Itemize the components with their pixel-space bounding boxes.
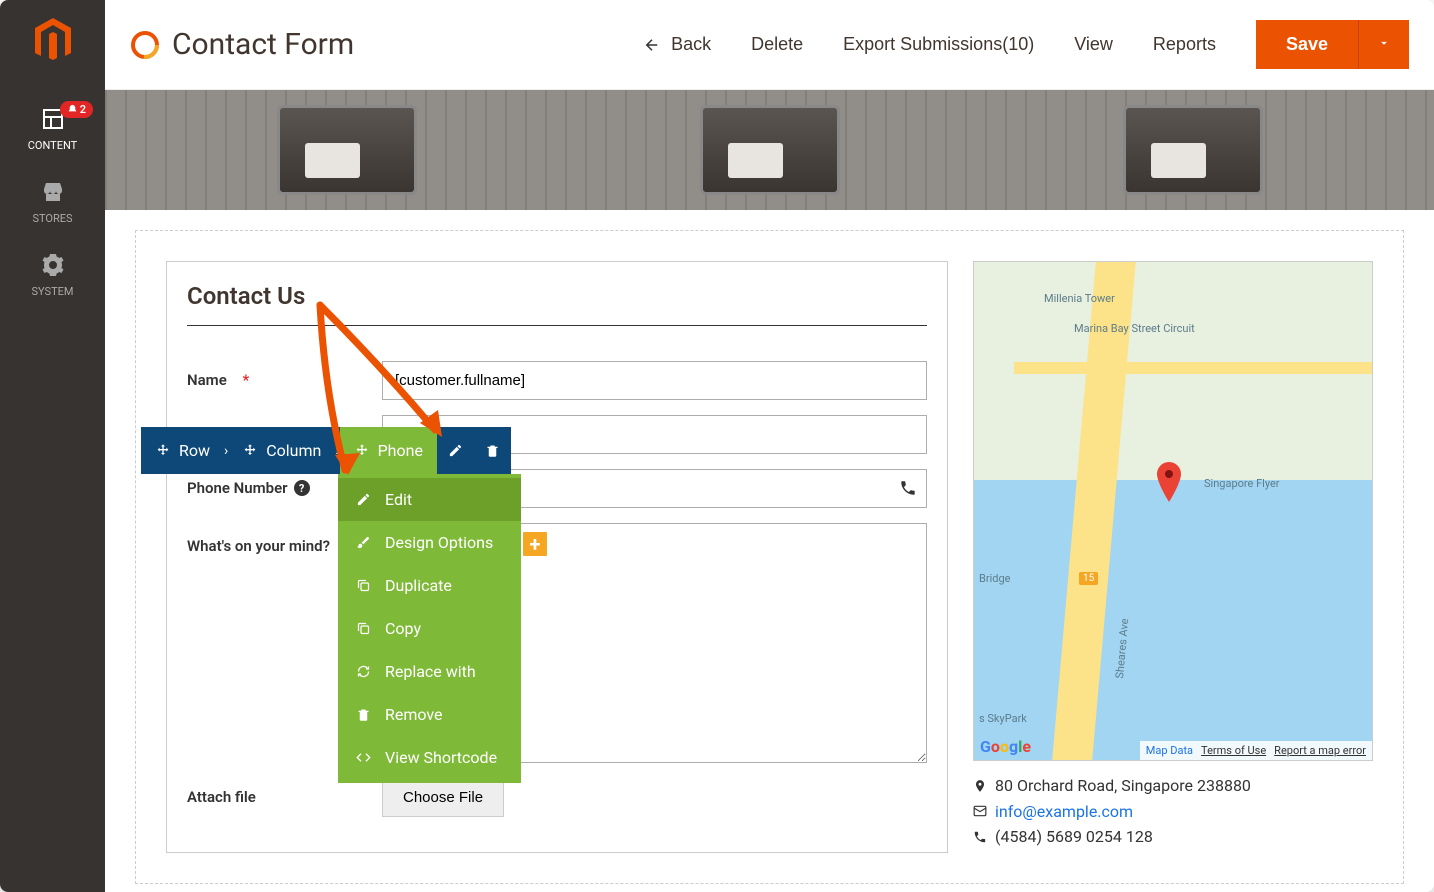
menu-remove[interactable]: Remove bbox=[338, 693, 521, 736]
copy-icon bbox=[356, 621, 371, 636]
menu-duplicate[interactable]: Duplicate bbox=[338, 564, 521, 607]
add-element-button[interactable]: + bbox=[521, 530, 549, 558]
hero-image bbox=[105, 90, 1434, 210]
delete-action[interactable] bbox=[474, 427, 511, 474]
chevron-down-icon bbox=[1377, 36, 1391, 50]
code-icon bbox=[356, 750, 371, 765]
map-label: Singapore Flyer bbox=[1204, 477, 1280, 490]
menu-replace[interactable]: Replace with bbox=[338, 650, 521, 693]
map-label: Millenia Tower bbox=[1044, 292, 1115, 305]
edit-action[interactable] bbox=[437, 427, 474, 474]
move-icon bbox=[242, 443, 258, 459]
element-breadcrumb: Row › Column › Phone bbox=[141, 427, 511, 474]
address-text: 80 Orchard Road, Singapore 238880 bbox=[995, 773, 1251, 799]
page-title: Contact Form bbox=[172, 27, 354, 62]
header: Contact Form Back Delete Export Submissi… bbox=[105, 0, 1434, 90]
map-pin-icon bbox=[1154, 462, 1184, 502]
breadcrumb-row[interactable]: Row bbox=[141, 427, 224, 474]
map-label: Bridge bbox=[979, 572, 1010, 585]
delete-button[interactable]: Delete bbox=[751, 34, 803, 55]
nav-label: CONTENT bbox=[28, 139, 78, 152]
reports-button[interactable]: Reports bbox=[1153, 34, 1216, 55]
pencil-icon bbox=[448, 443, 463, 458]
nav-label: STORES bbox=[32, 212, 72, 225]
view-button[interactable]: View bbox=[1074, 34, 1113, 55]
move-icon bbox=[354, 443, 370, 459]
notification-badge[interactable]: 2 bbox=[60, 101, 93, 118]
choose-file-button[interactable]: Choose File bbox=[382, 778, 504, 817]
map-label: s SkyPark bbox=[979, 712, 1027, 725]
pencil-icon bbox=[356, 492, 371, 507]
export-button[interactable]: Export Submissions(10) bbox=[843, 34, 1034, 55]
contact-info: 80 Orchard Road, Singapore 238880 info@e… bbox=[973, 761, 1373, 850]
nav-content[interactable]: CONTENT 2 bbox=[0, 93, 105, 166]
form-panel: Contact Us Name * Phone Number? bbox=[166, 261, 948, 853]
menu-edit[interactable]: Edit bbox=[338, 478, 521, 521]
envelope-icon bbox=[973, 804, 987, 818]
magento-logo bbox=[33, 18, 73, 63]
sidebar: CONTENT 2 STORES SYSTEM bbox=[0, 0, 105, 892]
menu-copy[interactable]: Copy bbox=[338, 607, 521, 650]
map-badge: 15 bbox=[1079, 572, 1098, 585]
phone-text: (4584) 5689 0254 128 bbox=[995, 824, 1153, 850]
context-menu: Edit Design Options Duplicate Copy Repla… bbox=[338, 474, 521, 783]
help-icon[interactable]: ? bbox=[294, 480, 310, 496]
trash-icon bbox=[485, 443, 500, 458]
nav-label: SYSTEM bbox=[31, 285, 73, 298]
phone-icon bbox=[973, 830, 987, 844]
refresh-icon bbox=[356, 664, 371, 679]
trash-icon bbox=[356, 707, 371, 722]
map-attribution: Map Data Terms of Use Report a map error bbox=[1140, 741, 1372, 760]
email-link[interactable]: info@example.com bbox=[995, 799, 1133, 825]
map-label: Marina Bay Street Circuit bbox=[1074, 322, 1195, 335]
breadcrumb-phone[interactable]: Phone bbox=[340, 427, 437, 474]
map-report-link[interactable]: Report a map error bbox=[1274, 744, 1366, 757]
google-logo: Google bbox=[980, 737, 1031, 756]
save-dropdown[interactable] bbox=[1358, 20, 1409, 69]
map-terms-link[interactable]: Terms of Use bbox=[1201, 744, 1266, 757]
breadcrumb-column[interactable]: Column bbox=[228, 427, 335, 474]
nav-stores[interactable]: STORES bbox=[0, 166, 105, 239]
phone-icon bbox=[899, 479, 917, 497]
move-icon bbox=[155, 443, 171, 459]
map[interactable]: Millenia Tower Marina Bay Street Circuit… bbox=[973, 261, 1373, 761]
back-button[interactable]: Back bbox=[643, 34, 711, 55]
brush-icon bbox=[356, 535, 371, 550]
nav-system[interactable]: SYSTEM bbox=[0, 239, 105, 312]
map-data-link[interactable]: Map Data bbox=[1146, 744, 1193, 757]
location-icon bbox=[973, 779, 987, 793]
menu-view-shortcode[interactable]: View Shortcode bbox=[338, 736, 521, 779]
duplicate-icon bbox=[356, 578, 371, 593]
form-title: Contact Us bbox=[187, 282, 927, 326]
name-input[interactable] bbox=[382, 361, 927, 400]
form-icon bbox=[130, 30, 160, 60]
menu-design-options[interactable]: Design Options bbox=[338, 521, 521, 564]
save-button[interactable]: Save bbox=[1256, 20, 1358, 69]
name-label: Name * bbox=[187, 361, 382, 389]
